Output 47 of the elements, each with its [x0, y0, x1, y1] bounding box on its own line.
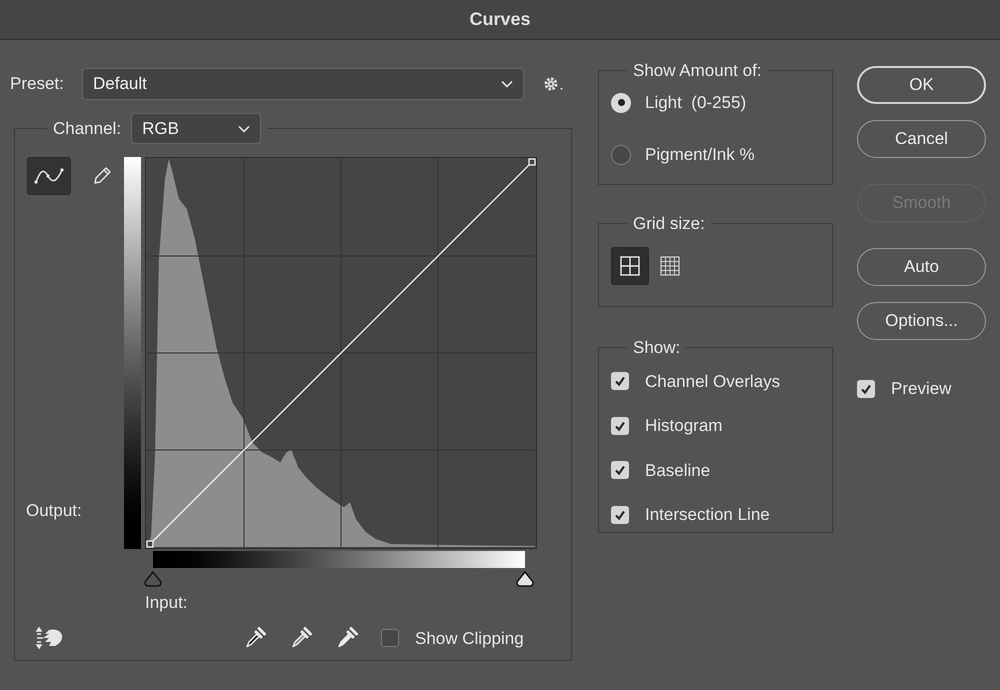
channel-dropdown[interactable]: RGB	[131, 113, 262, 144]
dialog-button[interactable]: Cancel	[857, 120, 986, 158]
option-label: Channel Overlays	[645, 370, 780, 392]
checkbox[interactable]	[611, 372, 629, 390]
fine-grid-icon	[660, 256, 680, 276]
slider-handle[interactable]	[515, 570, 535, 588]
control-point[interactable]	[528, 158, 536, 166]
option-label: Baseline	[645, 460, 710, 482]
chevron-icon	[501, 80, 513, 88]
control-point[interactable]	[146, 540, 154, 548]
dialog-button[interactable]: OK	[857, 66, 986, 104]
tool-button[interactable]	[27, 157, 71, 195]
curve-icon	[34, 167, 64, 185]
option-label: Histogram	[645, 415, 722, 437]
preview-label: Preview	[891, 378, 952, 400]
checkmark-icon	[614, 375, 626, 388]
radio-button[interactable]	[611, 144, 631, 164]
window-title: Curves	[469, 8, 531, 31]
group-title: Show Amount of:	[632, 60, 763, 82]
show-clipping-label: Show Clipping	[415, 628, 524, 650]
group-title: Grid size:	[632, 213, 706, 235]
checkmark-icon	[614, 420, 626, 432]
preset-dropdown[interactable]: Default	[82, 68, 524, 100]
channel-label: Channel:	[53, 118, 122, 140]
checkmark-icon	[860, 382, 872, 395]
option-label: Intersection Line	[645, 504, 770, 526]
checkmark-icon	[614, 464, 626, 476]
checkbox[interactable]	[611, 461, 629, 480]
radio-button[interactable]	[611, 92, 631, 112]
group-title: Show:	[632, 337, 682, 359]
slider-handle[interactable]	[143, 570, 163, 588]
checkbox[interactable]	[611, 416, 629, 435]
checkbox[interactable]	[857, 380, 875, 398]
dialog-button[interactable]: Options...	[857, 302, 986, 340]
dialog-button[interactable]: Auto	[857, 248, 986, 286]
checkmark-icon	[614, 508, 626, 521]
preset-label: Preset:	[10, 73, 65, 96]
output-label: Output:	[26, 500, 83, 522]
input-label: Input:	[145, 592, 188, 614]
checkbox[interactable]	[381, 629, 399, 648]
grid-icon	[620, 256, 640, 276]
radio-label: Pigment/Ink %	[645, 144, 755, 166]
grid-size-button[interactable]	[611, 246, 649, 284]
chevron-icon	[238, 124, 250, 132]
radio-label: Light (0-255)	[645, 92, 746, 114]
checkbox[interactable]	[611, 506, 629, 524]
hand-adjust-icon[interactable]	[35, 626, 65, 650]
